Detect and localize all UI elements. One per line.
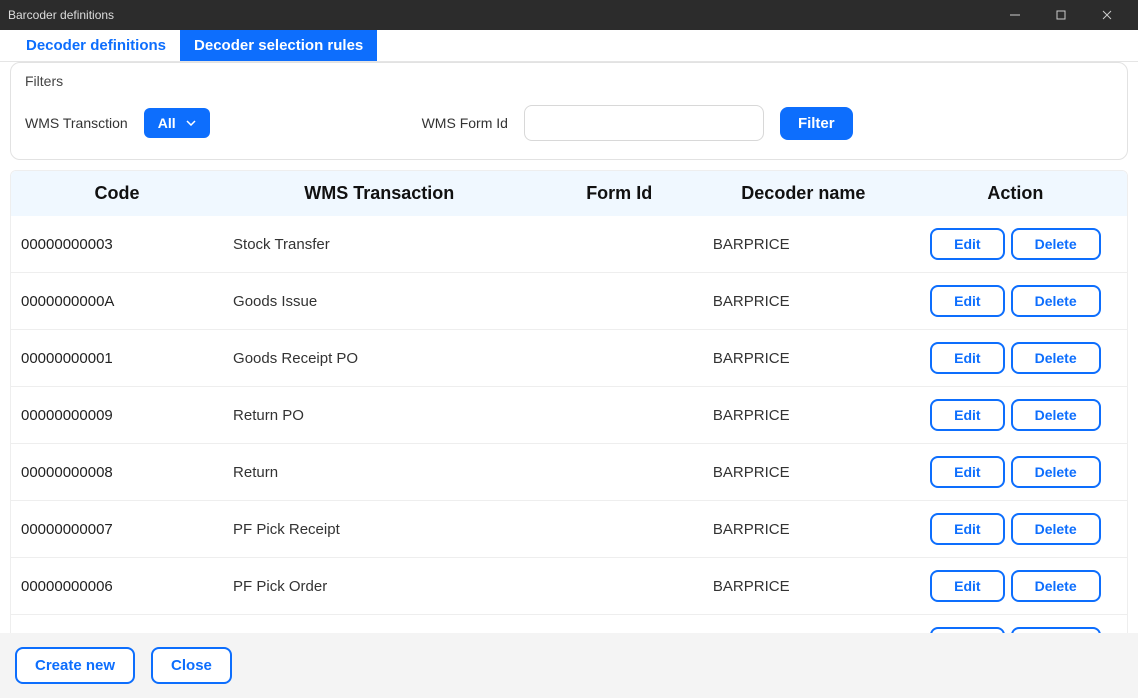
titlebar: Barcoder definitions xyxy=(0,0,1138,30)
cell-formid xyxy=(536,387,703,444)
table-scroll: Code WMS Transaction Form Id Decoder nam… xyxy=(10,170,1128,698)
table-row: 00000000006PF Pick OrderBARPRICEEditDele… xyxy=(11,558,1127,615)
cell-code: 00000000001 xyxy=(11,330,223,387)
tab-decoder-definitions[interactable]: Decoder definitions xyxy=(12,30,180,61)
table-header-row: Code WMS Transaction Form Id Decoder nam… xyxy=(11,171,1127,216)
delete-button[interactable]: Delete xyxy=(1011,399,1101,431)
cell-action: EditDelete xyxy=(904,558,1127,615)
cell-transaction: PF Pick Receipt xyxy=(223,501,535,558)
cell-formid xyxy=(536,273,703,330)
edit-button[interactable]: Edit xyxy=(930,228,1004,260)
minimize-button[interactable] xyxy=(992,0,1038,30)
cell-decoder: BARPRICE xyxy=(703,444,904,501)
cell-code: 00000000003 xyxy=(11,216,223,273)
cell-code: 00000000007 xyxy=(11,501,223,558)
tab-decoder-selection-rules[interactable]: Decoder selection rules xyxy=(180,30,377,61)
window-title: Barcoder definitions xyxy=(8,8,992,22)
cell-action: EditDelete xyxy=(904,216,1127,273)
close-window-button[interactable] xyxy=(1084,0,1130,30)
cell-decoder: BARPRICE xyxy=(703,330,904,387)
close-button[interactable]: Close xyxy=(151,647,232,684)
delete-button[interactable]: Delete xyxy=(1011,456,1101,488)
delete-button[interactable]: Delete xyxy=(1011,285,1101,317)
content-area: Decoder definitions Decoder selection ru… xyxy=(0,30,1138,698)
cell-action: EditDelete xyxy=(904,387,1127,444)
cell-code: 00000000008 xyxy=(11,444,223,501)
cell-decoder: BARPRICE xyxy=(703,558,904,615)
table-row: 00000000001Goods Receipt POBARPRICEEditD… xyxy=(11,330,1127,387)
wms-formid-input[interactable] xyxy=(524,105,764,141)
col-formid: Form Id xyxy=(536,171,703,216)
cell-formid xyxy=(536,501,703,558)
filter-button[interactable]: Filter xyxy=(780,107,853,140)
cell-action: EditDelete xyxy=(904,330,1127,387)
table-row: 00000000008ReturnBARPRICEEditDelete xyxy=(11,444,1127,501)
rules-table: Code WMS Transaction Form Id Decoder nam… xyxy=(11,171,1127,698)
delete-button[interactable]: Delete xyxy=(1011,513,1101,545)
table-wrap: Code WMS Transaction Form Id Decoder nam… xyxy=(10,170,1128,633)
cell-action: EditDelete xyxy=(904,273,1127,330)
table-row: 0000000000AGoods IssueBARPRICEEditDelete xyxy=(11,273,1127,330)
cell-decoder: BARPRICE xyxy=(703,387,904,444)
cell-decoder: BARPRICE xyxy=(703,216,904,273)
maximize-button[interactable] xyxy=(1038,0,1084,30)
cell-formid xyxy=(536,444,703,501)
cell-decoder: BARPRICE xyxy=(703,273,904,330)
col-action: Action xyxy=(904,171,1127,216)
wms-formid-label: WMS Form Id xyxy=(422,115,508,131)
cell-transaction: Return xyxy=(223,444,535,501)
edit-button[interactable]: Edit xyxy=(930,456,1004,488)
window-controls xyxy=(992,0,1130,30)
wms-transaction-value: All xyxy=(158,115,176,131)
maximize-icon xyxy=(1056,10,1066,20)
cell-transaction: Goods Issue xyxy=(223,273,535,330)
cell-transaction: Stock Transfer xyxy=(223,216,535,273)
cell-decoder: BARPRICE xyxy=(703,501,904,558)
col-code: Code xyxy=(11,171,223,216)
delete-button[interactable]: Delete xyxy=(1011,342,1101,374)
edit-button[interactable]: Edit xyxy=(930,399,1004,431)
filters-row: WMS Transction All WMS Form Id Filter xyxy=(25,105,1113,141)
cell-transaction: Goods Receipt PO xyxy=(223,330,535,387)
create-new-button[interactable]: Create new xyxy=(15,647,135,684)
filters-title: Filters xyxy=(25,73,1113,89)
cell-code: 00000000009 xyxy=(11,387,223,444)
wms-transaction-dropdown[interactable]: All xyxy=(144,108,210,138)
cell-formid xyxy=(536,330,703,387)
delete-button[interactable]: Delete xyxy=(1011,570,1101,602)
cell-formid xyxy=(536,558,703,615)
edit-button[interactable]: Edit xyxy=(930,513,1004,545)
edit-button[interactable]: Edit xyxy=(930,285,1004,317)
filters-panel: Filters WMS Transction All WMS Form Id F… xyxy=(10,62,1128,160)
cell-action: EditDelete xyxy=(904,444,1127,501)
tabbar: Decoder definitions Decoder selection ru… xyxy=(0,30,1138,62)
col-transaction: WMS Transaction xyxy=(223,171,535,216)
table-row: 00000000009Return POBARPRICEEditDelete xyxy=(11,387,1127,444)
cell-code: 0000000000A xyxy=(11,273,223,330)
cell-code: 00000000006 xyxy=(11,558,223,615)
minimize-icon xyxy=(1010,10,1020,20)
wms-transaction-label: WMS Transction xyxy=(25,115,128,131)
cell-action: EditDelete xyxy=(904,501,1127,558)
table-row: 00000000007PF Pick ReceiptBARPRICEEditDe… xyxy=(11,501,1127,558)
close-icon xyxy=(1102,10,1112,20)
delete-button[interactable]: Delete xyxy=(1011,228,1101,260)
edit-button[interactable]: Edit xyxy=(930,342,1004,374)
cell-formid xyxy=(536,216,703,273)
table-row: 00000000003Stock TransferBARPRICEEditDel… xyxy=(11,216,1127,273)
edit-button[interactable]: Edit xyxy=(930,570,1004,602)
footer: Create new Close xyxy=(0,633,1138,698)
cell-transaction: PF Pick Order xyxy=(223,558,535,615)
chevron-down-icon xyxy=(186,120,196,126)
cell-transaction: Return PO xyxy=(223,387,535,444)
col-decoder: Decoder name xyxy=(703,171,904,216)
